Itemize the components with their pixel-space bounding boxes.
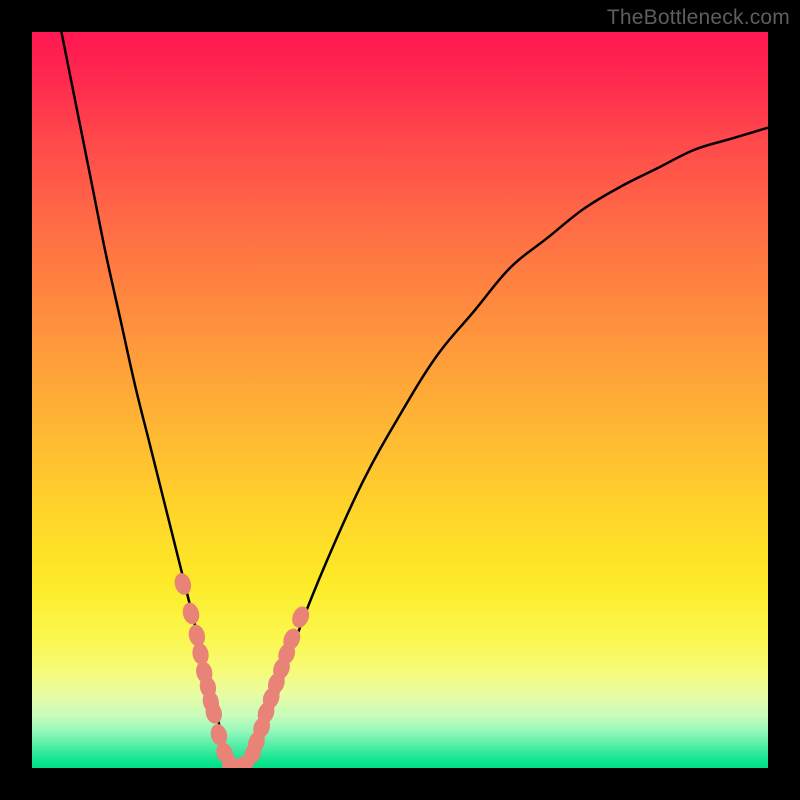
bottleneck-curve: [61, 32, 768, 768]
curve-group: [61, 32, 768, 768]
curve-layer: [32, 32, 768, 768]
marker-group: [172, 571, 312, 768]
data-marker: [172, 571, 193, 596]
plot-area: [32, 32, 768, 768]
chart-frame: TheBottleneck.com: [0, 0, 800, 800]
watermark-text: TheBottleneck.com: [607, 6, 790, 30]
data-marker: [180, 601, 201, 626]
